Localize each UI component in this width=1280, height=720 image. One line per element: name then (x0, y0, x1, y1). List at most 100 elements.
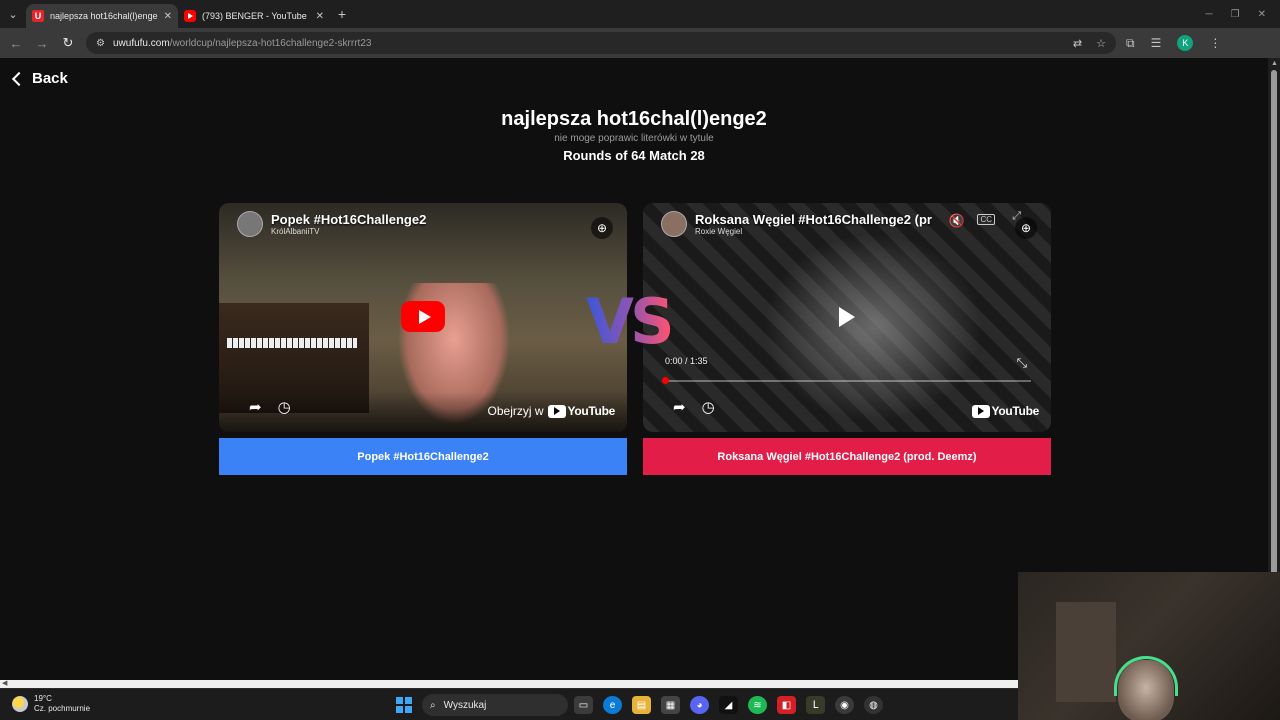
minimize-icon[interactable]: ─ (1206, 9, 1213, 20)
youtube-logo-icon (547, 404, 566, 418)
taskbar-apps: ▭ e ▤ ▦ ◕ ◢ ≋ ◧ ᒪ ◉ ◍ (574, 696, 883, 714)
video-actions: ➦ ◷ (249, 398, 291, 416)
video-header: Popek #Hot16Challenge2 KrólAlbaniiTV (237, 211, 615, 237)
site-info-icon[interactable]: ⚙ (96, 38, 105, 49)
back-button[interactable]: Back (11, 70, 68, 87)
store-icon[interactable]: ▦ (661, 696, 680, 714)
share-icon[interactable]: ➦ (673, 398, 686, 416)
scroll-up-arrow-icon[interactable]: ▲ (1271, 60, 1278, 67)
choose-right-button[interactable]: Roksana Węgiel #Hot16Challenge2 (prod. D… (643, 438, 1051, 475)
youtube-logo: YouTube (547, 404, 616, 418)
round-indicator: Rounds of 64 Match 28 (563, 148, 705, 163)
taskbar-search[interactable]: ⌕ Wyszukaj (422, 694, 568, 716)
page-title: najlepsza hot16chal(l)enge2 (501, 108, 767, 130)
windows-start-icon[interactable] (396, 697, 412, 713)
spotify-icon[interactable]: ≋ (748, 696, 767, 714)
left-video-embed[interactable]: Popek #Hot16Challenge2 KrólAlbaniiTV ⊕ ➦… (219, 203, 627, 432)
youtube-play-button[interactable] (401, 301, 445, 332)
back-label: Back (32, 70, 68, 87)
tab-youtube[interactable]: (793) BENGER - YouTube ✕ (178, 4, 330, 28)
partly-cloudy-icon (12, 696, 28, 712)
tab-title: (793) BENGER - YouTube (202, 11, 307, 21)
choose-left-button[interactable]: Popek #Hot16Challenge2 (219, 438, 627, 475)
share-icon[interactable]: ➦ (249, 398, 262, 416)
video-time: 0:00 / 1:35 (665, 356, 708, 366)
watch-on-label: Obejrzyj w (487, 404, 544, 418)
page-subtitle: nie moge poprawic literówki w tytule (554, 133, 714, 144)
capcut-icon[interactable]: ◢ (719, 696, 738, 714)
chevron-left-icon (11, 71, 27, 86)
weather-widget[interactable]: 19°C Cz. pochmurnie (12, 694, 90, 714)
reload-icon[interactable]: ↻ (60, 35, 76, 51)
edge-icon[interactable]: e (603, 696, 622, 714)
uwufufu-favicon-icon: U (32, 10, 44, 22)
progress-scrubber[interactable] (662, 377, 669, 384)
search-icon: ⌕ (430, 699, 436, 711)
weather-desc: Cz. pochmurnie (34, 704, 91, 713)
horizontal-scrollbar[interactable]: ◀ (0, 680, 1018, 688)
expand-icon[interactable]: ⤡ (1017, 355, 1027, 371)
url-host: uwufufu.com (112, 37, 170, 49)
bookmark-star-icon[interactable]: ☆ (1096, 37, 1106, 50)
league-icon[interactable]: ᒪ (806, 696, 825, 714)
search-placeholder: Wyszukaj (443, 699, 487, 711)
captions-button[interactable]: CC (977, 214, 995, 225)
file-explorer-icon[interactable]: ▤ (632, 696, 651, 714)
extensions-icon[interactable]: ⧉ (1126, 36, 1135, 51)
task-view-icon[interactable]: ▭ (574, 696, 593, 714)
video-thumbnail-scene (763, 233, 983, 423)
webcam-background (1056, 602, 1116, 702)
url-path: /worldcup/najlepsza-hot16challenge2-skrr… (169, 37, 372, 49)
play-icon[interactable] (835, 305, 859, 329)
forward-arrow-icon[interactable]: → (34, 36, 50, 51)
weather-temp: 19°C (34, 694, 52, 703)
versus-label: VS (586, 285, 675, 358)
worldcup-header: najlepsza hot16chal(l)enge2 nie moge pop… (0, 106, 1268, 163)
restore-icon[interactable]: ❐ (1231, 9, 1240, 20)
channel-avatar[interactable] (661, 211, 687, 237)
watch-later-icon[interactable]: ◷ (278, 398, 291, 416)
channel-avatar[interactable] (237, 211, 263, 237)
tab-uwufufu[interactable]: U najlepsza hot16chal(l)enge2 | U ✕ (26, 4, 178, 28)
close-window-icon[interactable]: ✕ (1258, 9, 1266, 20)
video-title[interactable]: Roksana Węgiel #Hot16Challenge2 (pr (695, 212, 932, 227)
watch-later-icon[interactable]: ◷ (702, 398, 715, 416)
profile-avatar[interactable]: K (1177, 35, 1194, 51)
reading-list-icon[interactable]: ☰ (1151, 36, 1162, 50)
scroll-left-arrow-icon[interactable]: ◀ (2, 679, 7, 687)
app-red-icon[interactable]: ◧ (777, 696, 796, 714)
zoom-in-icon[interactable]: ⊕ (591, 217, 613, 239)
mute-icon[interactable]: 🔇 (949, 213, 965, 229)
scrollbar-thumb[interactable] (1271, 70, 1277, 630)
obs-icon[interactable]: ◍ (864, 696, 883, 714)
address-bar[interactable]: ⚙ uwufufu.com/worldcup/najlepsza-hot16ch… (86, 32, 1116, 54)
video-progress-bar[interactable] (662, 377, 1031, 384)
streamer-face (1118, 660, 1174, 720)
watch-on-youtube-link[interactable]: Obejrzyj w YouTube (487, 404, 616, 418)
chrome-icon[interactable]: ◉ (835, 696, 854, 714)
channel-name[interactable]: KrólAlbaniiTV (271, 227, 426, 236)
channel-name[interactable]: Roxie Węgiel (695, 227, 932, 236)
tab-close-icon[interactable]: ✕ (316, 11, 324, 22)
tab-search-chevron-icon[interactable]: ⌄ (0, 0, 26, 28)
new-tab-button[interactable]: + (330, 6, 354, 22)
more-menu-icon[interactable]: ⋮ (1209, 36, 1221, 50)
browser-toolbar: ← → ↻ ⚙ uwufufu.com/worldcup/najlepsza-h… (0, 28, 1280, 58)
youtube-logo-icon (971, 404, 990, 418)
window-controls: ─ ❐ ✕ (1206, 9, 1280, 20)
tab-strip: ⌄ U najlepsza hot16chal(l)enge2 | U ✕ (7… (0, 0, 1280, 28)
youtube-wordmark: YouTube (567, 404, 616, 418)
watch-on-youtube-link[interactable]: YouTube (971, 404, 1039, 418)
back-arrow-icon[interactable]: ← (8, 36, 24, 51)
discord-icon[interactable]: ◕ (690, 696, 709, 714)
video-actions: ➦ ◷ (673, 398, 715, 416)
video-title[interactable]: Popek #Hot16Challenge2 (271, 212, 426, 227)
webcam-overlay (1018, 572, 1280, 720)
youtube-favicon-icon (184, 10, 196, 22)
zoom-in-icon[interactable]: ⊕ (1015, 217, 1037, 239)
right-video-embed[interactable]: Roksana Węgiel #Hot16Challenge2 (pr Roxi… (643, 203, 1051, 432)
translate-icon[interactable]: ⇄ (1073, 37, 1082, 50)
youtube-logo: YouTube (971, 404, 1039, 418)
tab-close-icon[interactable]: ✕ (164, 11, 172, 22)
tab-title: najlepsza hot16chal(l)enge2 | U (50, 11, 158, 21)
